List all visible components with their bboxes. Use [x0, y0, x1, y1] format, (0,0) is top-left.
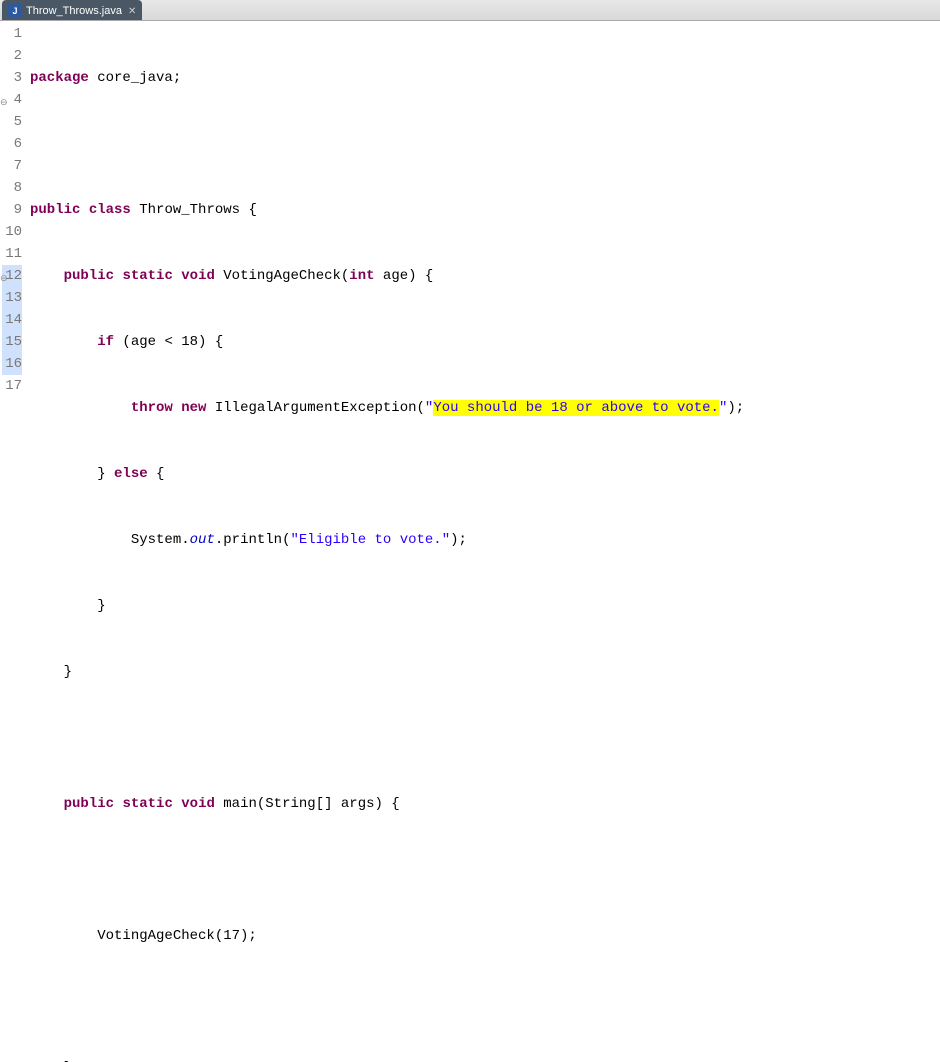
- line-number-gutter: 1 2 3 ⊖4 5 6 7 8 9 10 11 ⊖12 13 14 15 16…: [0, 21, 30, 1062]
- line-number: 6: [2, 133, 22, 155]
- line-number: 10: [2, 221, 22, 243]
- line-number: 1: [2, 23, 22, 45]
- editor-tab-label: Throw_Throws.java: [26, 5, 122, 17]
- code-area[interactable]: package core_java; public class Throw_Th…: [30, 21, 940, 1062]
- line-number: 7: [2, 155, 22, 177]
- line-number: 11: [2, 243, 22, 265]
- line-number: 17: [2, 375, 22, 397]
- line-number: 14: [2, 309, 22, 331]
- java-file-icon: J: [8, 4, 22, 18]
- close-icon[interactable]: ✕: [128, 6, 136, 17]
- line-number: 3: [2, 67, 22, 89]
- line-number: 5: [2, 111, 22, 133]
- highlighted-string: You should be 18 or above to vote.: [433, 400, 719, 416]
- editor-tab-bar: J Throw_Throws.java ✕: [0, 0, 940, 21]
- line-number: 2: [2, 45, 22, 67]
- line-number: 13: [2, 287, 22, 309]
- line-number: 9: [2, 199, 22, 221]
- line-number: 8: [2, 177, 22, 199]
- line-number: ⊖4: [2, 89, 22, 111]
- line-number: 15: [2, 331, 22, 353]
- line-number: ⊖12: [2, 265, 22, 287]
- editor[interactable]: 1 2 3 ⊖4 5 6 7 8 9 10 11 ⊖12 13 14 15 16…: [0, 21, 940, 1062]
- line-number: 16: [2, 353, 22, 375]
- editor-tab[interactable]: J Throw_Throws.java ✕: [2, 0, 142, 20]
